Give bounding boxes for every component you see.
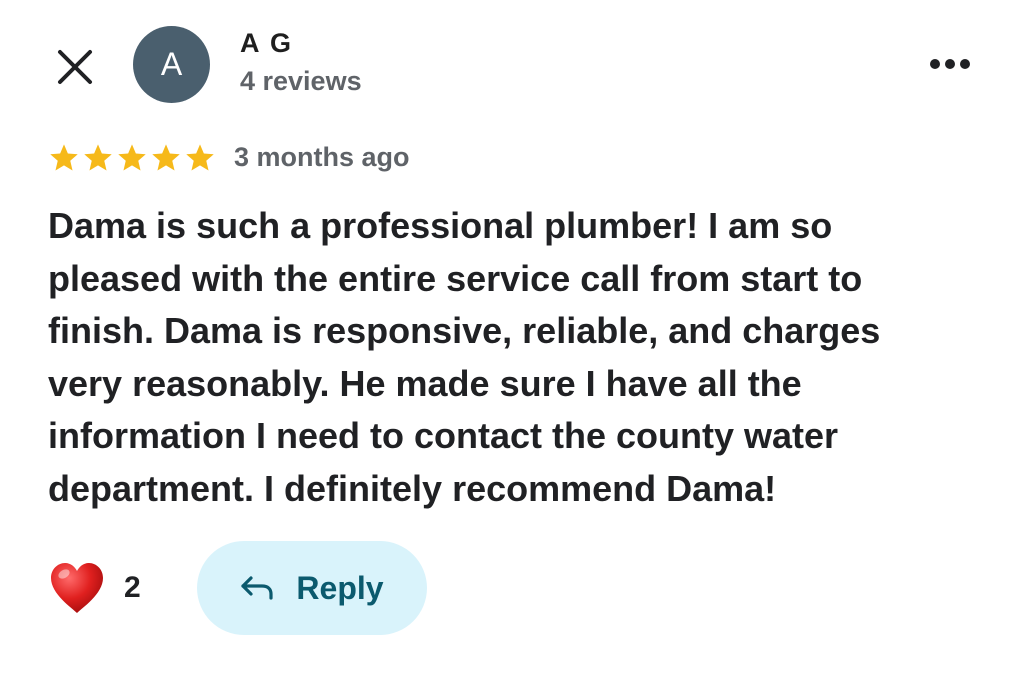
star-icon [84, 144, 112, 171]
like-button[interactable]: 2 [48, 558, 141, 618]
heart-icon [51, 563, 103, 613]
star-icon [118, 144, 146, 171]
avatar[interactable]: A [133, 26, 210, 103]
close-button[interactable] [56, 48, 94, 86]
reply-arrow-icon [241, 576, 274, 600]
star-rating [48, 142, 216, 178]
review-detail-page: A A G 4 reviews 3 months ago Dama is suc… [0, 0, 1024, 681]
reviewer-review-count: 4 reviews [240, 66, 362, 96]
more-horizontal-icon [930, 59, 970, 69]
reply-label: Reply [296, 569, 384, 606]
reviewer-name[interactable]: A G [240, 28, 293, 59]
star-icon [50, 144, 78, 171]
like-count: 2 [124, 571, 141, 604]
more-options-button[interactable] [924, 50, 976, 78]
star-icon [152, 144, 180, 171]
review-date: 3 months ago [234, 142, 410, 172]
star-icon [186, 144, 214, 171]
reply-button[interactable]: Reply [197, 541, 427, 635]
review-text: Dama is such a professional plumber! I a… [48, 205, 881, 509]
close-icon [58, 50, 92, 84]
